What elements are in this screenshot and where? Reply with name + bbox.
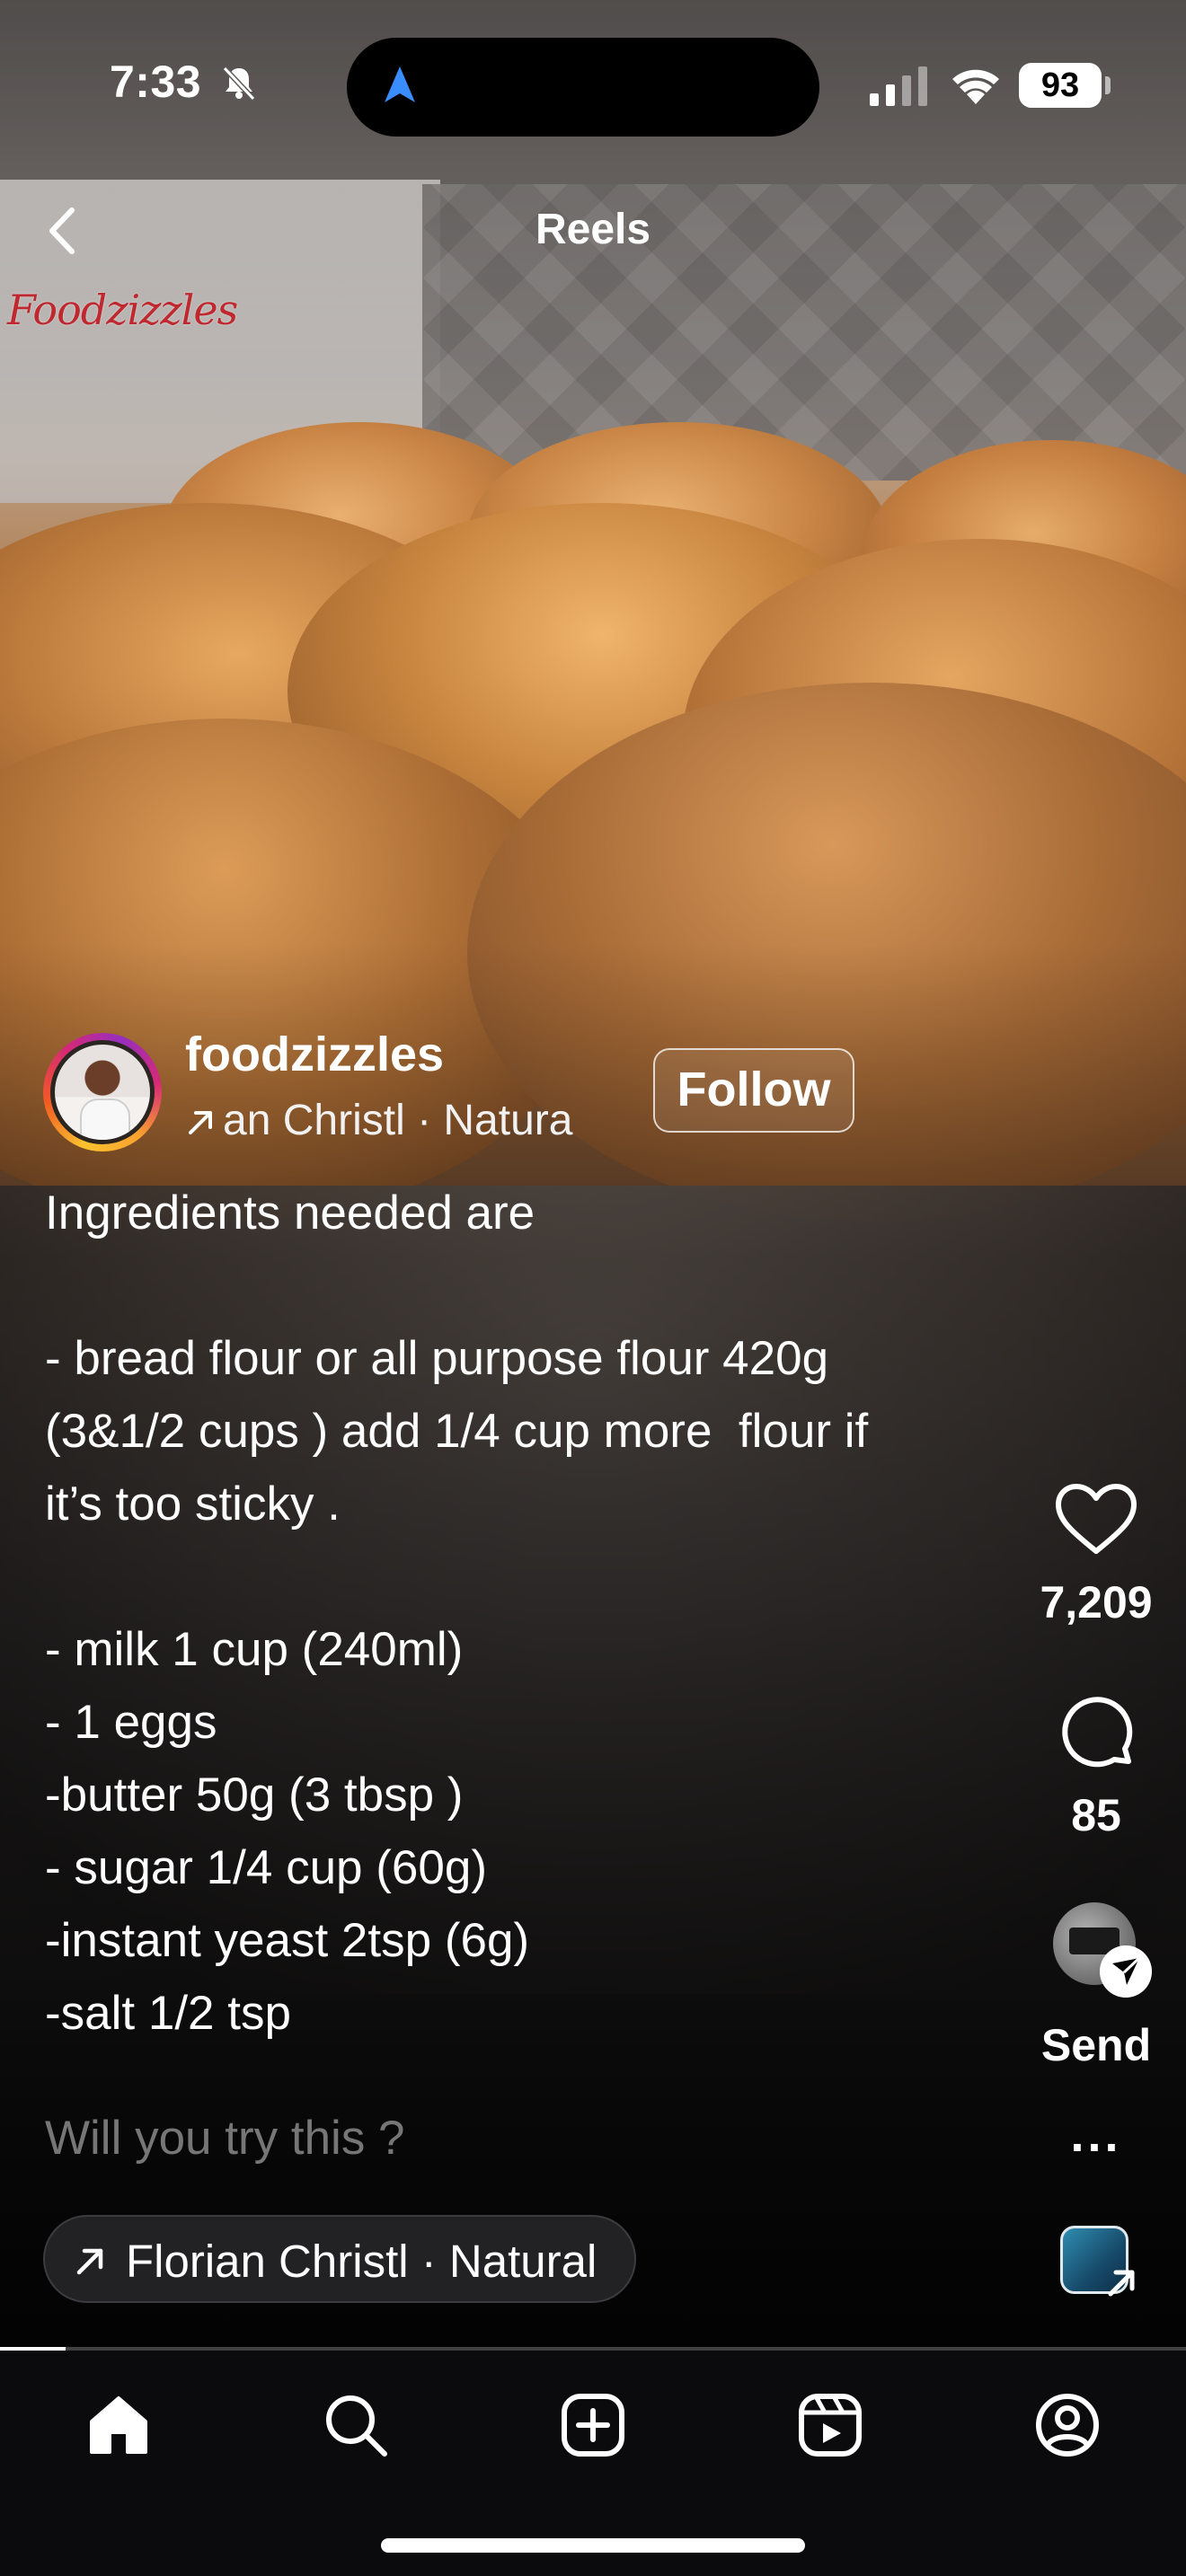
- avatar-figure: [80, 1098, 130, 1140]
- like-count[interactable]: 7,209: [1006, 1576, 1186, 1628]
- caption-line: -butter 50g (3 tbsp ): [45, 1769, 464, 1822]
- audio-track-pill[interactable]: Florian Christl · Natural: [43, 2215, 636, 2303]
- like-heart-icon[interactable]: [1042, 1478, 1150, 1558]
- navigation-arrow-icon: [385, 66, 415, 102]
- comment-count[interactable]: 85: [1006, 1789, 1186, 1841]
- creator-audio-link[interactable]: an Christl · Natura: [185, 1096, 616, 1145]
- avatar[interactable]: [50, 1040, 155, 1144]
- audio-arrow-icon: [76, 2248, 103, 2275]
- home-indicator[interactable]: [381, 2538, 805, 2553]
- status-time: 7:33: [110, 57, 202, 107]
- audio-link-arrow-icon: [1108, 2270, 1135, 2297]
- follow-button[interactable]: Follow: [653, 1048, 854, 1133]
- caption-line: - milk 1 cup (240ml): [45, 1623, 464, 1676]
- caption-line: - bread flour or all purpose flour 420g: [45, 1332, 829, 1385]
- reel-caption[interactable]: Ingredients needed are - bread flour or a…: [45, 1177, 997, 2050]
- nav-home[interactable]: [74, 2380, 164, 2470]
- comment-bubble-icon[interactable]: [1042, 1693, 1150, 1774]
- audio-arrow-icon: [185, 1096, 223, 1145]
- caption-line: -instant yeast 2tsp (6g): [45, 1914, 530, 1967]
- search-icon: [326, 2395, 387, 2457]
- reels-icon: [799, 2394, 862, 2457]
- cellular-signal-icon: [870, 66, 927, 106]
- battery-tip: [1105, 76, 1111, 94]
- caption-more-line[interactable]: Will you try this ?: [45, 2111, 405, 2166]
- caption-line: - 1 eggs: [45, 1696, 217, 1749]
- more-options-icon[interactable]: ...: [1006, 2111, 1186, 2159]
- create-icon: [562, 2394, 624, 2457]
- nav-create[interactable]: [548, 2380, 638, 2470]
- nav-reels[interactable]: [785, 2380, 875, 2470]
- page-title: Reels: [535, 206, 651, 253]
- caption-line: (3&1/2 cups ) add 1/4 cup more flour if: [45, 1405, 869, 1458]
- bell-muted-icon: [222, 66, 256, 101]
- caption-line: it’s too sticky .: [45, 1478, 341, 1531]
- nav-profile[interactable]: [1022, 2380, 1112, 2470]
- nav-search[interactable]: [311, 2380, 401, 2470]
- caption-line: Ingredients needed are: [45, 1187, 535, 1239]
- creator-username[interactable]: foodzizzles: [185, 1027, 444, 1082]
- audio-track-name: Florian Christl · Natural: [126, 2236, 597, 2287]
- caption-line: - sugar 1/4 cup (60g): [45, 1841, 487, 1894]
- creator-audio-text: an Christl · Natura: [223, 1097, 573, 1144]
- profile-icon: [1036, 2394, 1099, 2457]
- battery-level: 93: [1019, 63, 1102, 108]
- send-paper-plane-icon[interactable]: [1100, 1945, 1152, 1998]
- send-label[interactable]: Send: [1006, 2019, 1186, 2071]
- wifi-icon: [952, 69, 999, 104]
- home-icon: [90, 2396, 147, 2454]
- video-watermark-logo: Foodzizzles: [7, 286, 238, 334]
- caption-line: -salt 1/2 tsp: [45, 1987, 291, 2040]
